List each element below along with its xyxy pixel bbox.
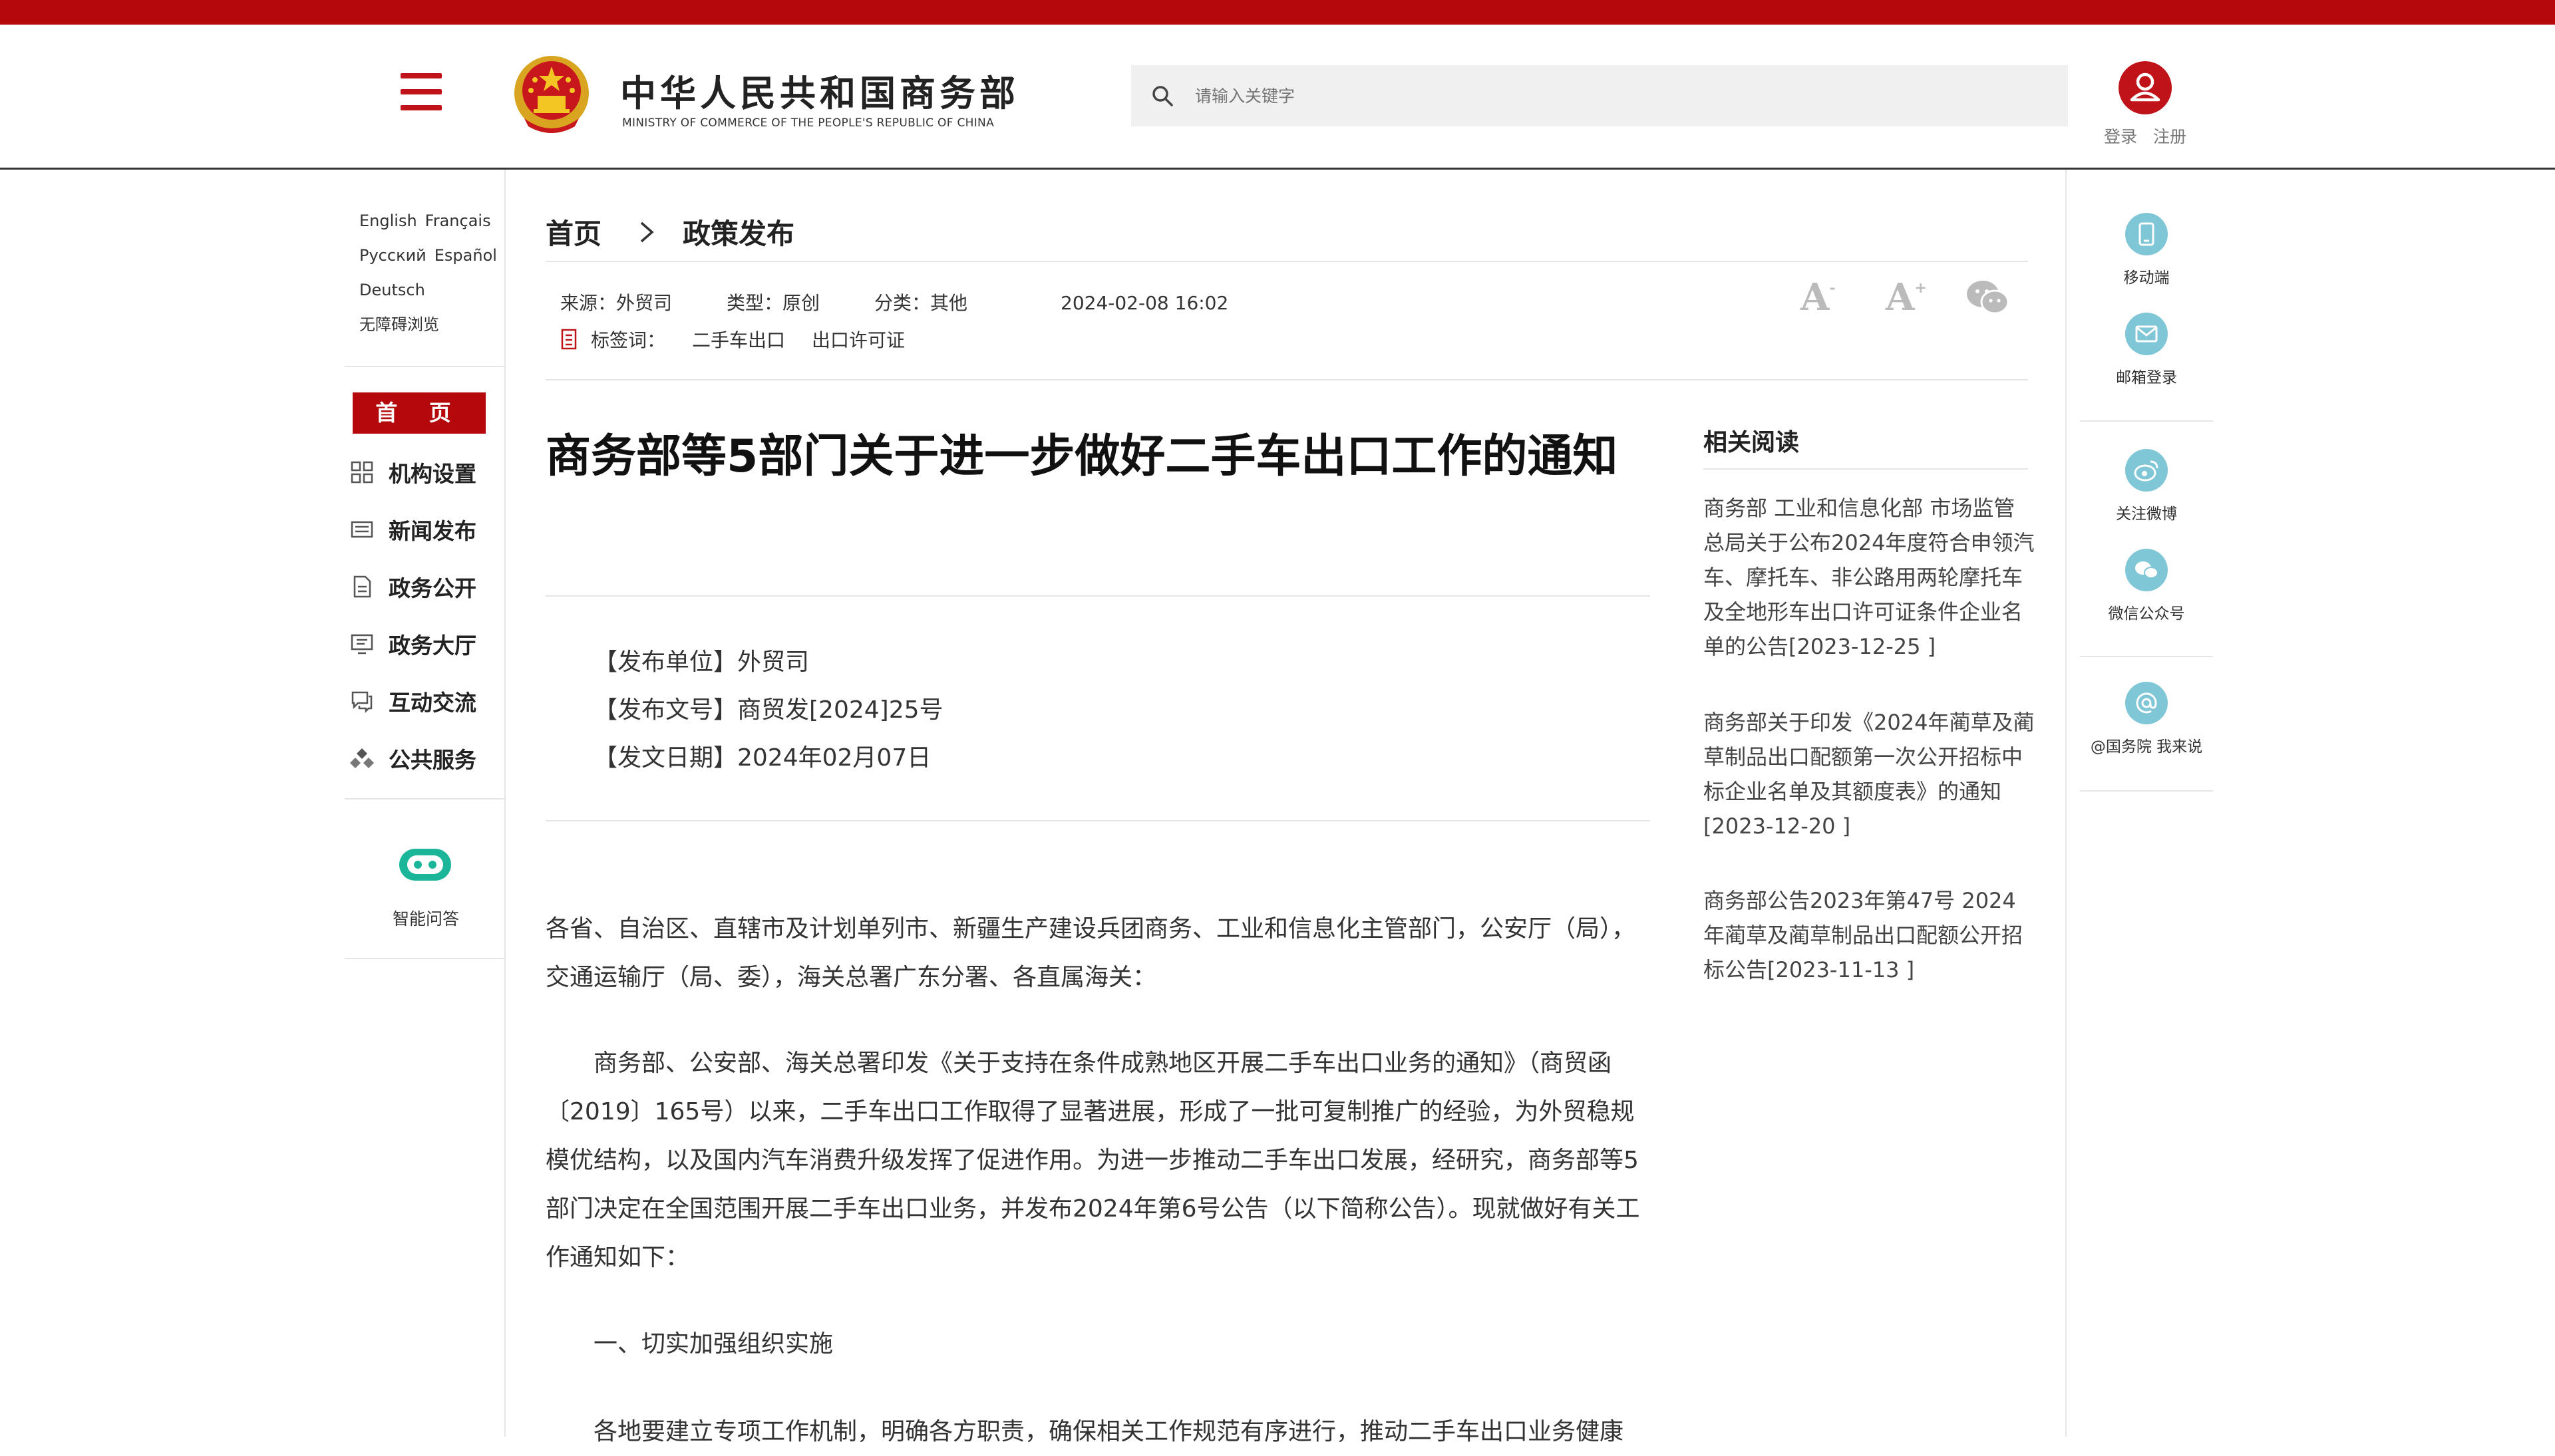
font-increase-button[interactable]: A+	[1886, 275, 1927, 319]
sidebar-item-label: 互动交流	[389, 690, 476, 716]
mobile-icon	[2125, 213, 2168, 255]
tags-label: 标签词：	[591, 329, 666, 351]
share-divider	[2080, 420, 2213, 422]
share-divider	[2080, 656, 2213, 657]
font-decrease-button[interactable]: A-	[1800, 275, 1836, 319]
wechat-share-icon[interactable]	[1965, 278, 2009, 317]
search-input[interactable]	[1194, 85, 1995, 106]
accessibility-link[interactable]: 无障碍浏览	[359, 315, 439, 334]
article-paragraph: 各省、自治区、直辖市及计划单列市、新疆生产建设兵团商务、工业和信息化主管部门，公…	[546, 915, 1636, 991]
share-gov[interactable]: @国务院 我来说	[2080, 682, 2213, 756]
share-mobile[interactable]: 移动端	[2080, 213, 2213, 287]
weibo-icon	[2125, 449, 2168, 492]
related-reading-title: 相关阅读	[1703, 429, 1800, 456]
breadcrumb-home[interactable]: 首页	[546, 212, 601, 252]
right-sidebar-divider	[2065, 170, 2067, 1437]
lang-spanish[interactable]: Español	[434, 246, 497, 265]
related-divider	[1703, 468, 2028, 470]
left-sidebar	[345, 170, 506, 1437]
meta-divider	[546, 379, 2028, 380]
share-divider	[2080, 790, 2213, 792]
sidebar-item-service-hall[interactable]: 政务大厅	[350, 627, 476, 660]
tag-icon	[561, 329, 577, 350]
national-emblem-icon	[514, 56, 589, 133]
article-paragraph: 各地要建立专项工作机制，明确各方职责，确保相关工作规范有序进行，推动二手车出口业…	[594, 1418, 1624, 1445]
register-link[interactable]: 注册	[2153, 127, 2186, 146]
issuer-line: 【发布单位】外贸司	[594, 649, 810, 676]
mail-icon	[2125, 313, 2168, 355]
tag-link[interactable]: 二手车出口	[692, 326, 785, 353]
grid-icon	[351, 461, 373, 484]
user-links: 登录 注册	[2104, 124, 2202, 148]
site-subtitle: MINISTRY OF COMMERCE OF THE PEOPLE'S REP…	[622, 116, 994, 130]
sidebar-divider	[345, 798, 504, 800]
login-link[interactable]: 登录	[2104, 127, 2137, 146]
meta-source: 来源：外贸司	[560, 292, 673, 314]
chevron-right-icon	[640, 221, 654, 242]
search-icon[interactable]	[1151, 84, 1174, 107]
article-title: 商务部等5部门关于进一步做好二手车出口工作的通知	[546, 430, 1618, 483]
breadcrumb: 首页 政策发布	[546, 212, 794, 252]
service-icon	[350, 748, 374, 768]
user-avatar-button[interactable]	[2119, 61, 2172, 114]
title-divider	[546, 595, 1650, 597]
sidebar-item-label: 政务大厅	[389, 633, 476, 658]
search-bar[interactable]	[1131, 65, 2068, 126]
share-wechat[interactable]: 微信公众号	[2080, 549, 2213, 623]
lang-french[interactable]: Français	[425, 212, 491, 230]
article-paragraph: 商务部、公安部、海关总署印发《关于支持在条件成熟地区开展二手车出口业务的通知》（…	[546, 1050, 1640, 1271]
menu-icon[interactable]	[401, 73, 442, 110]
sidebar-item-public-affairs[interactable]: 政务公开	[350, 570, 476, 603]
related-item[interactable]: 商务部公告2023年第47号 2024年蔺草及蔺草制品出口配额公开招标公告[20…	[1703, 883, 2036, 987]
sidebar-item-label: 政务公开	[389, 575, 476, 601]
breadcrumb-current[interactable]: 政策发布	[683, 212, 794, 252]
share-weibo[interactable]: 关注微博	[2080, 449, 2213, 523]
tag-link[interactable]: 出口许可证	[812, 326, 905, 353]
lang-german[interactable]: Deutsch	[359, 281, 425, 299]
sidebar-item-home[interactable]: 首 页	[353, 392, 486, 434]
meta-category: 分类：其他	[874, 292, 968, 314]
user-icon	[2130, 73, 2160, 102]
issue-divider	[546, 820, 1650, 821]
sidebar-item-interaction[interactable]: 互动交流	[350, 684, 476, 718]
robot-assistant-icon[interactable]	[395, 839, 455, 887]
sidebar-item-news[interactable]: 新闻发布	[350, 513, 476, 546]
at-icon	[2125, 682, 2168, 724]
share-mail[interactable]: 邮箱登录	[2080, 313, 2213, 387]
article-meta: 来源：外贸司 类型：原创 分类：其他 2024-02-08 16:02	[560, 289, 1228, 315]
sidebar-divider	[345, 958, 504, 959]
meta-type: 类型：原创	[727, 292, 820, 314]
related-item[interactable]: 商务部关于印发《2024年蔺草及蔺草制品出口配额第一次公开招标中标企业名单及其额…	[1703, 705, 2036, 843]
breadcrumb-divider	[546, 261, 2028, 262]
article-tags: 标签词： 二手车出口 出口许可证	[560, 326, 932, 353]
assistant-label[interactable]: 智能问答	[359, 906, 492, 930]
document-icon	[353, 575, 371, 598]
lang-english[interactable]: English	[359, 212, 417, 230]
language-links: English Français Русский Español Deutsch 无…	[359, 204, 505, 342]
doc-number-line: 【发布文号】商贸发[2024]25号	[594, 696, 943, 724]
issue-date-line: 【发文日期】2024年02月07日	[594, 744, 932, 772]
lang-russian[interactable]: Русский	[359, 246, 426, 265]
chat-icon	[351, 691, 373, 713]
top-red-bar	[0, 0, 2555, 25]
site-title: 中华人民共和国商务部	[620, 73, 1019, 114]
sidebar-item-organization[interactable]: 机构设置	[350, 456, 476, 489]
sidebar-item-label: 机构设置	[389, 461, 476, 487]
news-icon	[351, 521, 373, 538]
wechat-icon	[2125, 549, 2168, 591]
meta-date: 2024-02-08 16:02	[1061, 292, 1229, 314]
article-section-heading: 一、切实加强组织实施	[594, 1330, 834, 1358]
sidebar-item-label: 新闻发布	[389, 518, 476, 544]
monitor-icon	[351, 634, 373, 655]
sidebar-item-label: 公共服务	[389, 747, 476, 773]
sidebar-divider	[345, 366, 504, 367]
related-item[interactable]: 商务部 工业和信息化部 市场监管总局关于公布2024年度符合申领汽车、摩托车、非…	[1703, 491, 2036, 664]
sidebar-item-public-service[interactable]: 公共服务	[350, 742, 476, 775]
